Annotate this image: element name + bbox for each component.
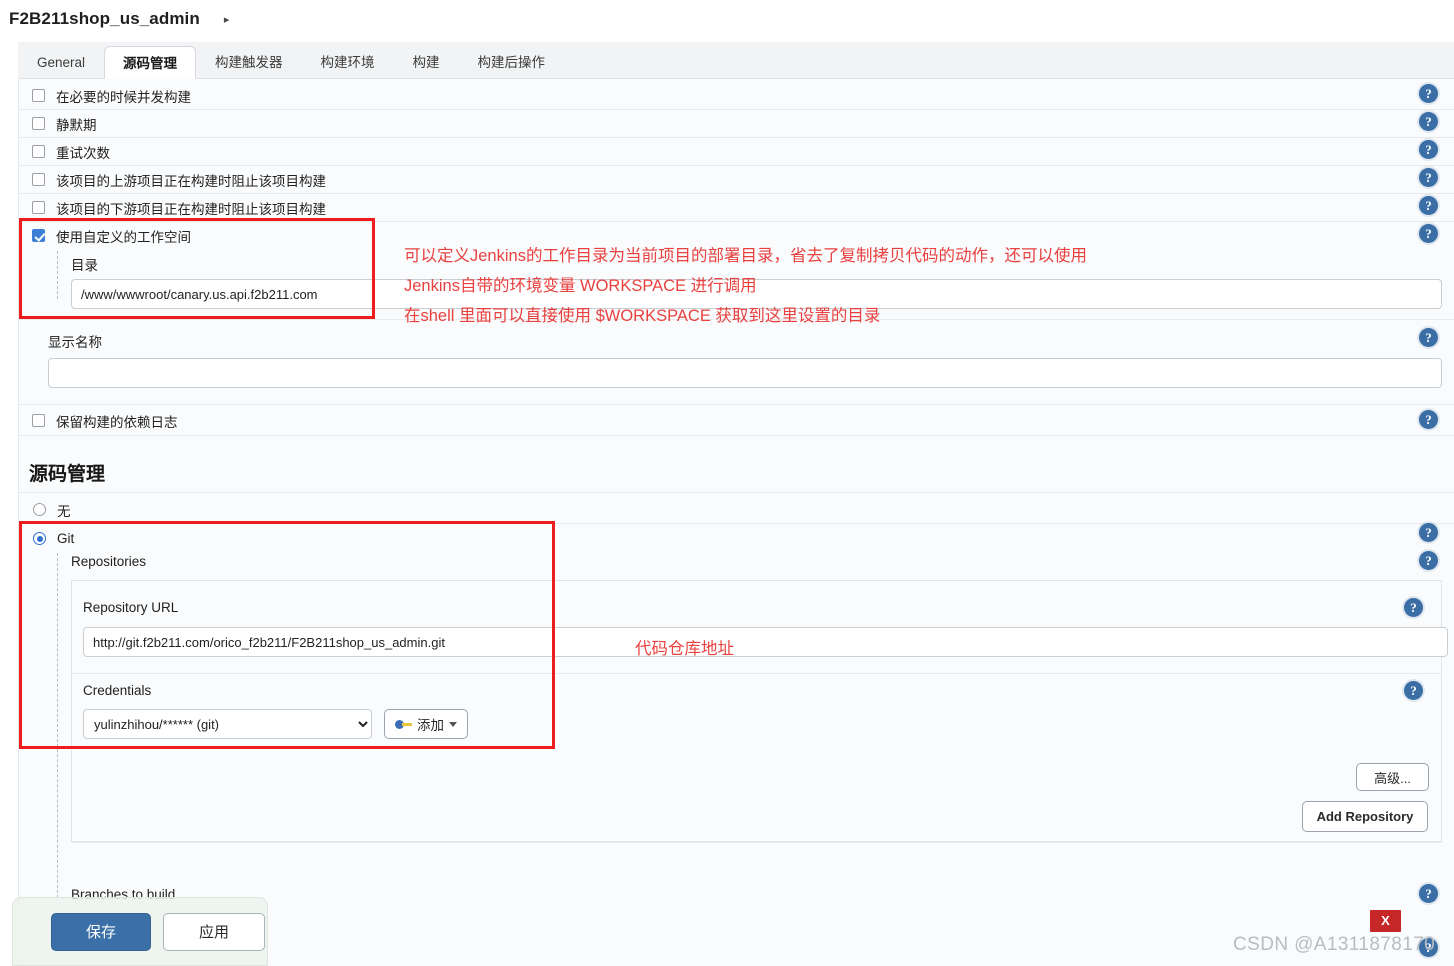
divider (19, 404, 1454, 405)
job-header: F2B211shop_us_admin ▸ (0, 0, 1454, 38)
annotation-text-workspace-1: 可以定义Jenkins的工作目录为当前项目的部署目录，省去了复制拷贝代码的动作，… (404, 247, 1087, 265)
help-icon[interactable]: ? (1419, 196, 1438, 215)
checkbox-retry-count[interactable] (32, 145, 45, 158)
repositories-label: Repositories (71, 554, 147, 569)
save-button[interactable]: 保存 (51, 912, 151, 951)
checkbox-label: 使用自定义的工作空间 (56, 229, 191, 245)
help-icon[interactable]: ? (1419, 168, 1438, 187)
jenkins-job-config-page: F2B211shop_us_admin ▸ General 源码管理 构建触发器… (0, 0, 1454, 966)
help-icon[interactable]: ? (1419, 523, 1438, 542)
watermark: CSDN @A1311878170 (1233, 934, 1436, 955)
checkbox-row-concurrent-build[interactable]: 在必要的时候并发构建 (19, 82, 1454, 109)
annotation-text-workspace-2: Jenkins自带的环境变量 WORKSPACE 进行调用 (404, 277, 757, 295)
checkbox-quiet-period[interactable] (32, 117, 45, 130)
checkbox-label: 重试次数 (56, 145, 110, 161)
help-icon[interactable]: ? (1419, 328, 1438, 347)
help-icon[interactable]: ? (1419, 884, 1438, 903)
directory-label: 目录 (71, 258, 98, 273)
credentials-label: Credentials (83, 683, 152, 698)
tab-general[interactable]: General (18, 45, 104, 78)
help-icon[interactable]: ? (1419, 224, 1438, 243)
checkbox-row-block-downstream[interactable]: 该项目的下游项目正在构建时阻止该项目构建 (19, 194, 1454, 221)
chevron-right-icon[interactable]: ▸ (224, 13, 230, 26)
display-name-input[interactable] (48, 358, 1442, 388)
config-tabbar: General 源码管理 构建触发器 构建环境 构建 构建后操作 (18, 42, 1454, 79)
close-icon[interactable]: X (1370, 910, 1401, 932)
key-icon (395, 719, 412, 729)
radio-scm-none[interactable] (33, 503, 46, 516)
divider (19, 492, 1454, 493)
tab-build-environment[interactable]: 构建环境 (302, 45, 394, 78)
checkbox-row-block-upstream[interactable]: 该项目的上游项目正在构建时阻止该项目构建 (19, 166, 1454, 193)
checkbox-label: 保留构建的依赖日志 (56, 414, 178, 430)
add-repository-button[interactable]: Add Repository (1302, 801, 1428, 832)
advanced-button[interactable]: 高级... (1356, 763, 1429, 791)
add-credentials-label: 添加 (417, 718, 444, 733)
divider (19, 523, 1454, 524)
radio-scm-git[interactable] (33, 532, 46, 545)
checkbox-row-quiet-period[interactable]: 静默期 (19, 110, 1454, 137)
checkbox-block-downstream[interactable] (32, 201, 45, 214)
add-credentials-button[interactable]: 添加 (384, 709, 468, 739)
radio-label: Git (57, 531, 75, 546)
checkbox-label: 该项目的上游项目正在构建时阻止该项目构建 (56, 173, 326, 189)
divider (19, 435, 1454, 436)
radio-label: 无 (57, 503, 71, 519)
display-name-label: 显示名称 (48, 335, 102, 350)
apply-button[interactable]: 应用 (163, 912, 265, 951)
scm-section-title: 源码管理 (29, 464, 106, 485)
help-icon[interactable]: ? (1419, 140, 1438, 159)
checkbox-row-retry-count[interactable]: 重试次数 (19, 138, 1454, 165)
checkbox-label: 该项目的下游项目正在构建时阻止该项目构建 (56, 201, 326, 217)
checkbox-label: 在必要的时候并发构建 (56, 89, 191, 105)
tab-scm[interactable]: 源码管理 (104, 46, 197, 79)
credentials-select[interactable]: yulinzhihou/****** (git) (83, 709, 372, 739)
help-icon[interactable]: ? (1419, 410, 1438, 429)
help-icon[interactable]: ? (1419, 84, 1438, 103)
radio-row-scm-none[interactable]: 无 (19, 496, 1454, 523)
checkbox-row-keep-dependencies[interactable]: 保留构建的依赖日志 (19, 407, 1454, 434)
help-icon[interactable]: ? (1419, 112, 1438, 131)
nesting-guide (57, 251, 58, 299)
nesting-guide (57, 553, 58, 898)
help-icon[interactable]: ? (1404, 681, 1423, 700)
repository-url-label: Repository URL (83, 600, 179, 615)
checkbox-keep-dependencies[interactable] (32, 414, 45, 427)
checkbox-label: 静默期 (56, 117, 97, 133)
repository-url-input[interactable] (83, 627, 1448, 657)
help-icon[interactable]: ? (1404, 598, 1423, 617)
annotation-text-repo: 代码仓库地址 (635, 640, 734, 658)
tab-build[interactable]: 构建 (394, 45, 459, 78)
chevron-down-icon (449, 721, 457, 727)
tab-build-triggers[interactable]: 构建触发器 (196, 45, 302, 78)
annotation-text-workspace-3: 在shell 里面可以直接使用 $WORKSPACE 获取到这里设置的目录 (404, 307, 881, 325)
radio-row-scm-git[interactable]: Git (19, 525, 1454, 552)
checkbox-block-upstream[interactable] (32, 173, 45, 186)
tab-post-build[interactable]: 构建后操作 (459, 45, 565, 78)
page-title: F2B211shop_us_admin (9, 9, 200, 28)
checkbox-custom-workspace[interactable] (32, 229, 45, 242)
divider (72, 673, 1442, 674)
config-form-body: 在必要的时候并发构建 静默期 重试次数 该项目的上游项目正在构建时阻止该项目构建… (18, 79, 1454, 966)
help-icon[interactable]: ? (1419, 551, 1438, 570)
checkbox-concurrent-build[interactable] (32, 89, 45, 102)
save-bar: 保存 应用 (12, 897, 268, 966)
divider (72, 842, 1442, 843)
